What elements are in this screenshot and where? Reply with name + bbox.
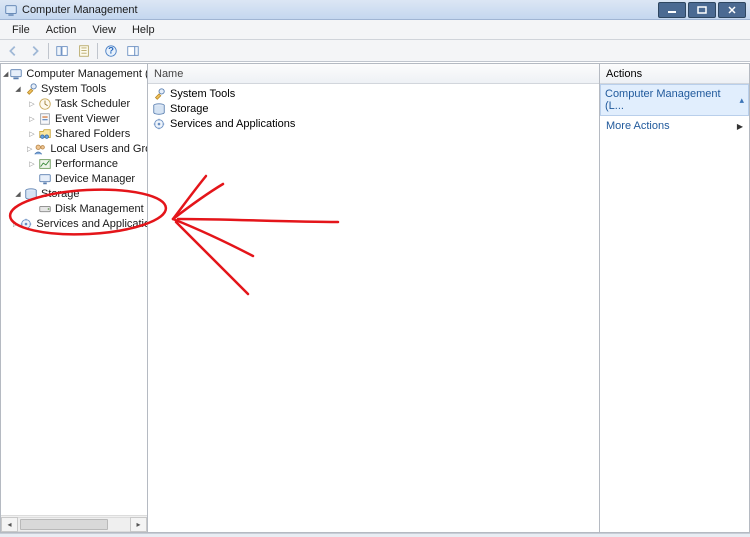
list-item-label: Services and Applications [170,118,295,130]
tree-label: Event Viewer [55,113,120,125]
tree-node-event-viewer[interactable]: Event Viewer [3,111,147,126]
show-hide-tree-button[interactable] [51,41,73,61]
menu-help[interactable]: Help [124,22,163,38]
window-titlebar: Computer Management [0,0,750,20]
computer-icon [9,67,23,81]
tree-node-task-scheduler[interactable]: Task Scheduler [3,96,147,111]
tools-icon [152,87,166,101]
tree-label: System Tools [41,83,106,95]
services-icon [152,117,166,131]
expand-spacer [27,204,37,214]
tree-node-root[interactable]: Computer Management (Local) [3,66,147,81]
expand-arrow-icon[interactable] [13,189,23,199]
tree-label: Device Manager [55,173,135,185]
disk-icon [38,202,52,216]
scroll-left-button[interactable]: ◂ [1,517,18,532]
expand-arrow-icon[interactable] [27,144,32,154]
list-column-header[interactable]: Name [148,64,599,84]
maximize-button[interactable] [688,2,716,18]
toolbar: ? [0,40,750,62]
tree-node-services-apps[interactable]: Services and Applications [3,216,147,231]
list-item[interactable]: System Tools [152,86,595,101]
toolbar-separator [97,43,98,59]
expand-arrow-icon[interactable] [27,129,37,139]
help-button[interactable]: ? [100,41,122,61]
menu-view[interactable]: View [84,22,124,38]
back-button[interactable] [2,41,24,61]
statusbar-strip [0,533,750,537]
menu-file[interactable]: File [4,22,38,38]
actions-section-label: Computer Management (L... [605,88,739,112]
show-hide-action-button[interactable] [122,41,144,61]
list-body: System Tools Storage Services and Applic… [148,84,599,133]
tree-pane: Computer Management (Local) System Tools… [0,63,148,533]
app-icon [4,3,18,17]
column-name-label: Name [154,68,183,80]
clock-icon [38,97,52,111]
toolbar-separator [48,43,49,59]
tree-label: Task Scheduler [55,98,130,110]
tree-horizontal-scrollbar[interactable]: ◂ ▸ [1,515,147,532]
storage-icon [152,102,166,116]
actions-item-label: More Actions [606,120,670,132]
actions-more-actions[interactable]: More Actions ▶ [600,116,749,136]
tree-label: Computer Management (Local) [26,68,147,80]
tree-label: Storage [41,188,80,200]
tree-node-local-users[interactable]: Local Users and Groups [3,141,147,156]
actions-section-header[interactable]: Computer Management (L... ▴ [600,84,749,116]
expand-arrow-icon[interactable] [13,84,23,94]
device-icon [38,172,52,186]
expand-arrow-icon[interactable] [3,69,8,79]
actions-pane: Actions Computer Management (L... ▴ More… [600,63,750,533]
actions-header-label: Actions [606,68,642,80]
expand-arrow-icon[interactable] [27,114,37,124]
tree-label: Performance [55,158,118,170]
submenu-caret-icon: ▶ [737,122,743,131]
tree-label: Local Users and Groups [50,143,147,155]
svg-text:?: ? [108,45,114,56]
actions-header: Actions [600,64,749,84]
navigation-tree[interactable]: Computer Management (Local) System Tools… [1,64,147,233]
users-icon [33,142,47,156]
list-item[interactable]: Storage [152,101,595,116]
list-item-label: Storage [170,103,209,115]
list-item[interactable]: Services and Applications [152,116,595,131]
tree-node-disk-management[interactable]: Disk Management [3,201,147,216]
menu-bar: File Action View Help [0,20,750,40]
expand-arrow-icon[interactable] [27,99,37,109]
menu-action[interactable]: Action [38,22,85,38]
forward-button[interactable] [24,41,46,61]
shared-folder-icon [38,127,52,141]
event-icon [38,112,52,126]
tools-icon [24,82,38,96]
scroll-thumb[interactable] [20,519,108,530]
expand-arrow-icon[interactable] [13,219,18,229]
list-item-label: System Tools [170,88,235,100]
scroll-right-button[interactable]: ▸ [130,517,147,532]
window-controls [656,2,746,18]
collapse-caret-icon[interactable]: ▴ [739,95,744,106]
expand-arrow-icon[interactable] [27,159,37,169]
tree-node-storage[interactable]: Storage [3,186,147,201]
tree-label: Shared Folders [55,128,130,140]
storage-icon [24,187,38,201]
window-title: Computer Management [22,4,656,16]
main-area: Computer Management (Local) System Tools… [0,62,750,533]
tree-node-performance[interactable]: Performance [3,156,147,171]
tree-node-shared-folders[interactable]: Shared Folders [3,126,147,141]
tree-label: Disk Management [55,203,144,215]
list-pane: Name System Tools Storage Services and A… [148,63,600,533]
services-icon [19,217,33,231]
tree-label: Services and Applications [36,218,147,230]
minimize-button[interactable] [658,2,686,18]
expand-spacer [27,174,37,184]
tree-node-system-tools[interactable]: System Tools [3,81,147,96]
properties-button[interactable] [73,41,95,61]
performance-icon [38,157,52,171]
close-button[interactable] [718,2,746,18]
scroll-track[interactable] [18,517,130,532]
tree-node-device-manager[interactable]: Device Manager [3,171,147,186]
